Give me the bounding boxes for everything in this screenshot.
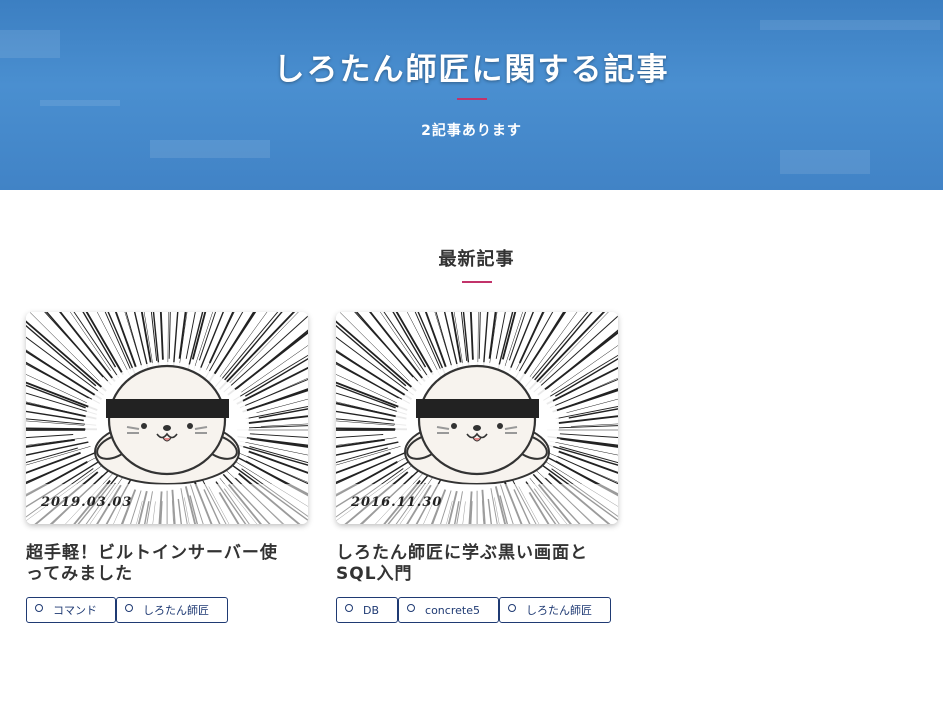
post-card[interactable]: 2016.11.30 しろたん師匠に学ぶ黒い画面と SQL入門 DB concr…: [336, 312, 618, 623]
tag-label: しろたん師匠: [525, 604, 592, 617]
post-thumbnail[interactable]: 2019.03.03: [26, 312, 308, 524]
tag-label: しろたん師匠: [143, 604, 209, 617]
circle-icon: [35, 604, 43, 612]
shirotan-thumbnail-image: [26, 312, 308, 524]
post-date: 2019.03.03: [41, 495, 133, 510]
tag-link[interactable]: しろたん師匠: [116, 597, 228, 623]
article-count: 2記事あります: [421, 123, 522, 139]
tag-label: concrete5: [425, 603, 480, 617]
tag-label: コマンド: [53, 604, 97, 617]
tag-link[interactable]: コマンド: [26, 597, 116, 623]
post-title-line[interactable]: ってみました: [26, 564, 133, 584]
tag-label: DB: [363, 603, 380, 617]
shirotan-thumbnail-image: [336, 312, 618, 524]
circle-icon: [125, 604, 133, 612]
tag-link[interactable]: DB: [336, 597, 399, 623]
post-title-line[interactable]: 超手軽！ビルトインサーバー使: [26, 543, 278, 563]
page-title: しろたん師匠に関する記事: [273, 52, 670, 88]
circle-icon: [345, 604, 353, 612]
post-title-line[interactable]: しろたん師匠に学ぶ黒い画面と: [336, 543, 588, 563]
circle-icon: [507, 604, 516, 612]
tag-list: コマンド しろたん師匠: [26, 597, 308, 623]
post-thumbnail[interactable]: 2016.11.30: [336, 312, 618, 524]
title-divider: [457, 98, 487, 100]
post-title[interactable]: 超手軽！ビルトインサーバー使 ってみました: [26, 543, 308, 585]
post-card[interactable]: 2019.03.03 超手軽！ビルトインサーバー使 ってみました コマンド しろ…: [26, 312, 308, 623]
post-title[interactable]: しろたん師匠に学ぶ黒い画面と SQL入門: [336, 543, 618, 585]
section-title: 最新記事: [438, 249, 515, 270]
post-title-line[interactable]: SQL入門: [336, 564, 413, 584]
circle-icon: [407, 604, 416, 612]
tag-list: DB concrete5 しろたん師匠: [336, 597, 618, 623]
tag-link[interactable]: しろたん師匠: [498, 597, 611, 623]
tag-link[interactable]: concrete5: [398, 597, 499, 623]
post-date: 2016.11.30: [351, 495, 443, 510]
section-divider: [462, 281, 492, 283]
hero-banner: しろたん師匠に関する記事 2記事あります: [0, 0, 943, 190]
